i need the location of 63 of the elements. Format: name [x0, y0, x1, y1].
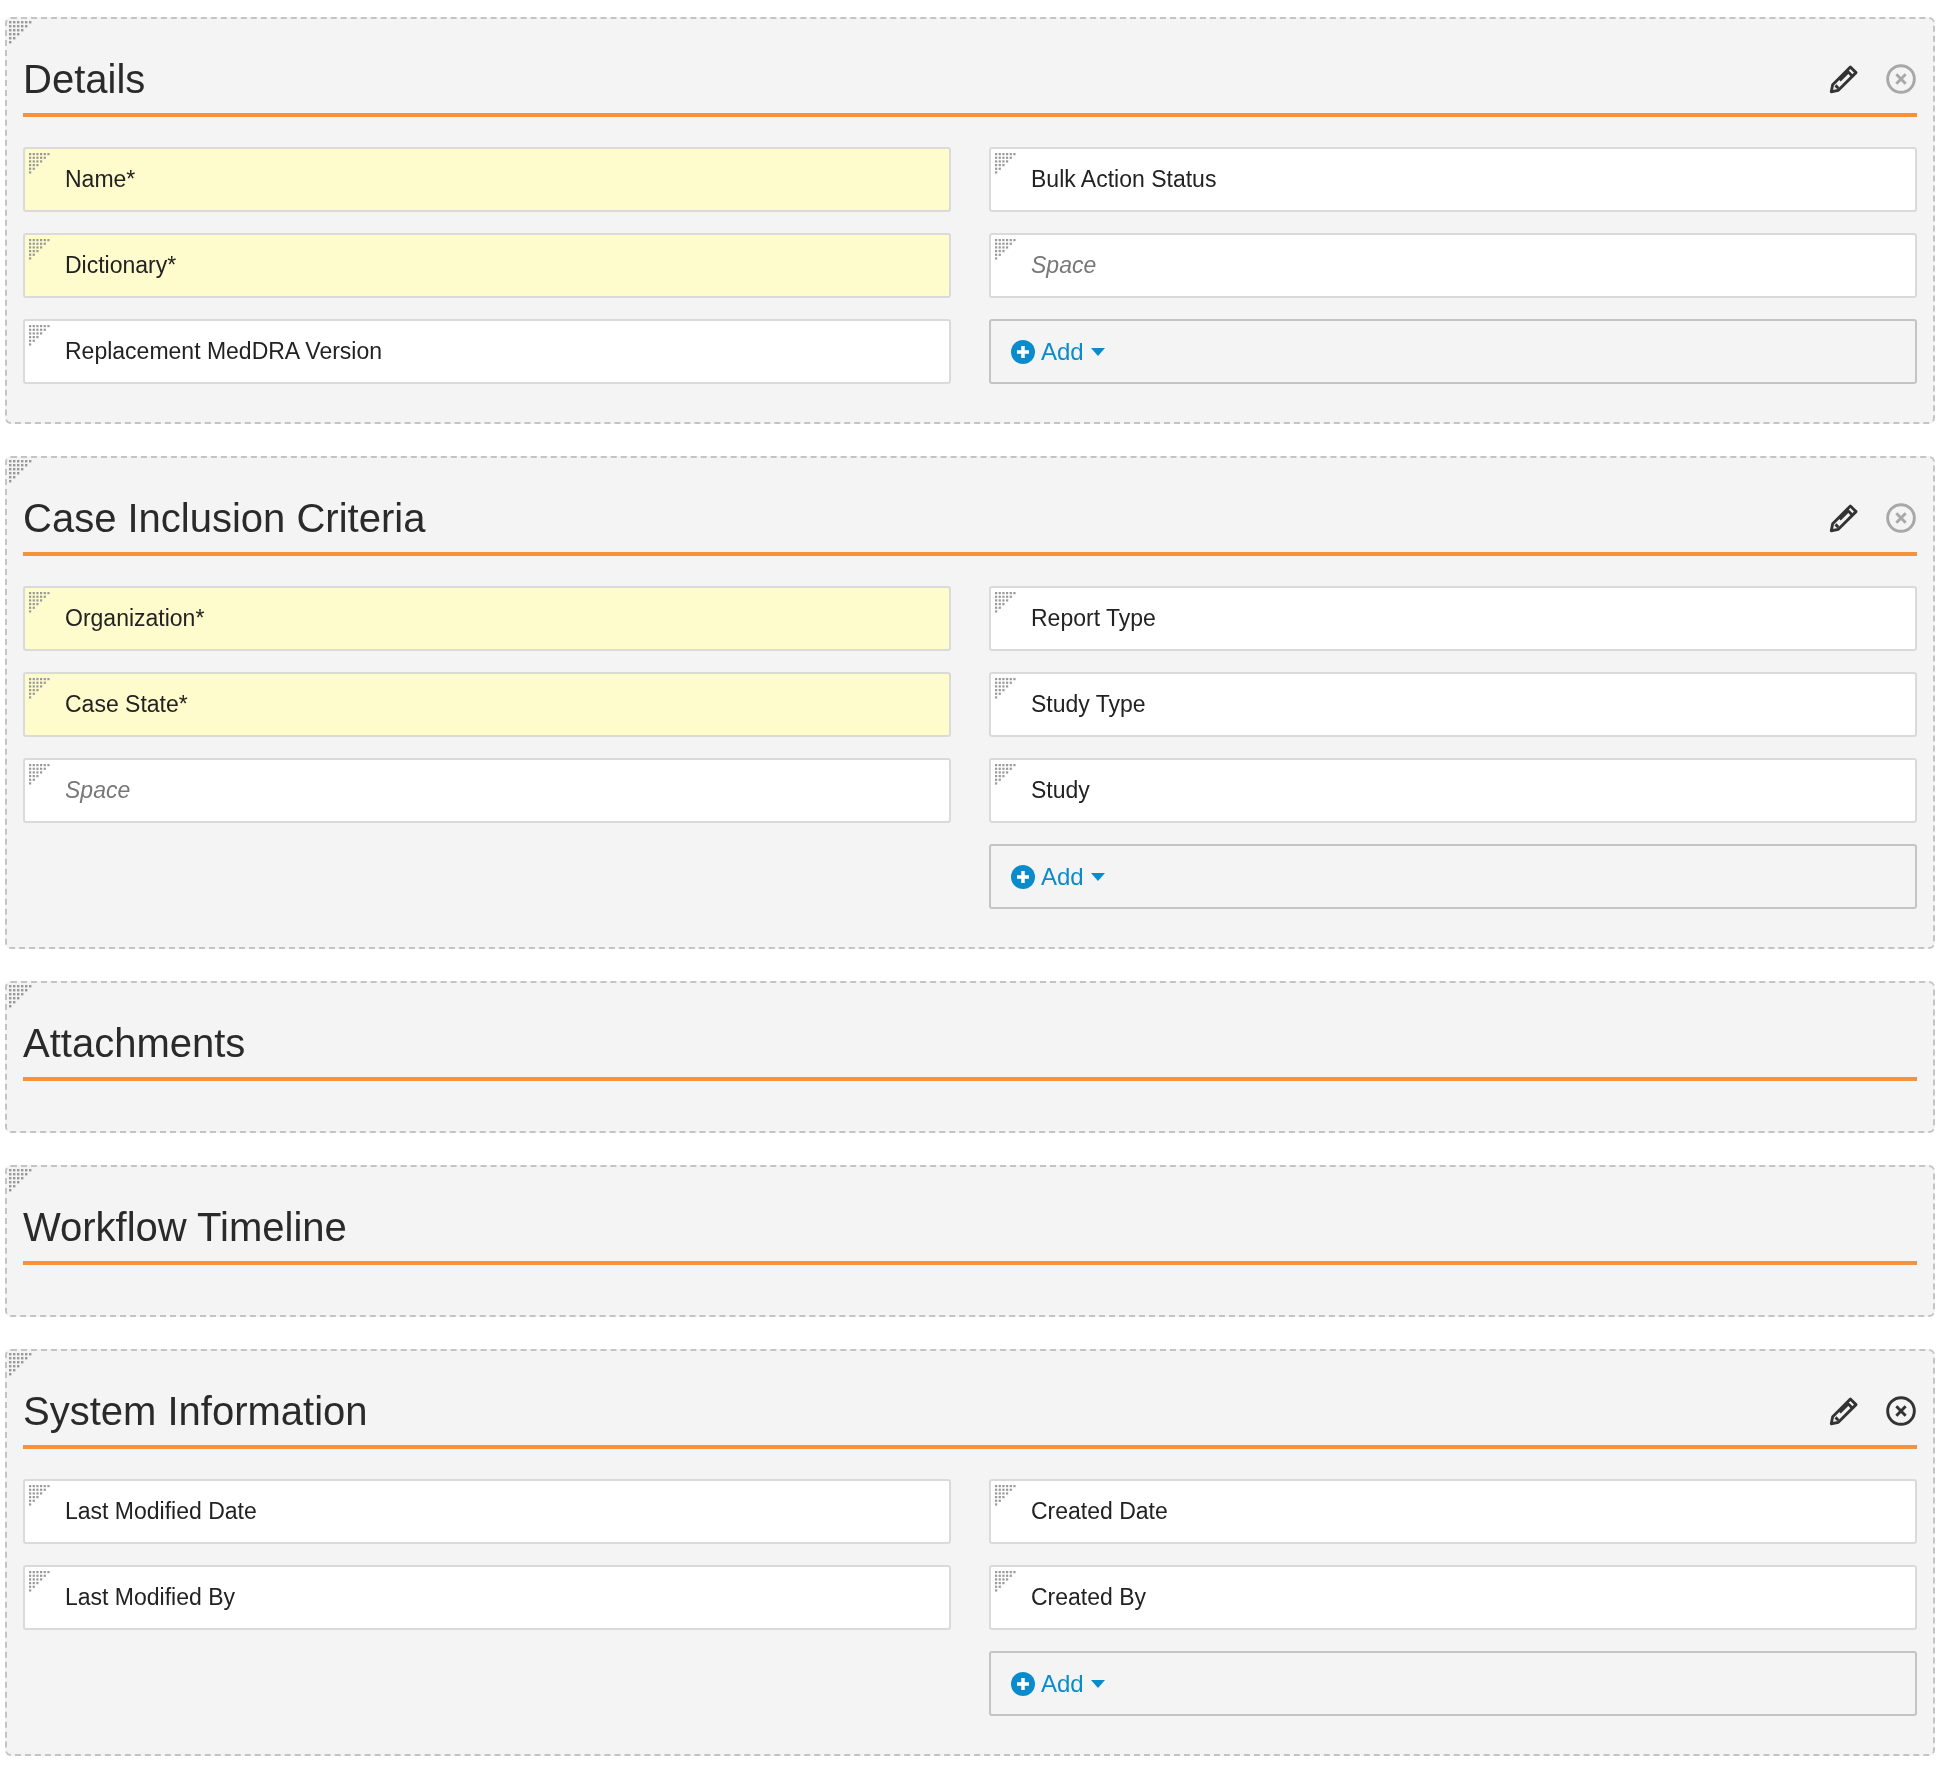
layout-field[interactable]: Created By: [989, 1565, 1917, 1630]
field-label: Created Date: [1031, 1498, 1168, 1525]
field-label: Created By: [1031, 1584, 1147, 1611]
field-label: Space: [65, 777, 131, 804]
field-label: Case State*: [65, 691, 188, 718]
layout-field[interactable]: Name*: [23, 147, 951, 212]
section-title: Workflow Timeline: [23, 1204, 348, 1250]
layout-field[interactable]: Study: [989, 758, 1917, 823]
layout-field[interactable]: Bulk Action Status: [989, 147, 1917, 212]
field-label: Study: [1031, 777, 1090, 804]
section-title: Case Inclusion Criteria: [23, 495, 427, 541]
layout-field[interactable]: Case State*: [23, 672, 951, 737]
layout-field[interactable]: Organization*: [23, 586, 951, 651]
plus-circle-icon: [1011, 339, 1035, 364]
section-title: System Information: [23, 1388, 369, 1434]
field-label: Bulk Action Status: [1031, 166, 1217, 193]
field-label: Space: [1031, 252, 1097, 279]
section-title: Details: [23, 56, 147, 102]
caret-icon: [1089, 871, 1106, 882]
drag-handle-icon[interactable]: [995, 678, 1017, 700]
field-label: Name*: [65, 166, 136, 193]
caret-icon: [1089, 346, 1106, 357]
spacer-slot[interactable]: Space: [989, 233, 1917, 298]
close-icon[interactable]: [1885, 1395, 1917, 1427]
drag-handle-icon[interactable]: [9, 21, 33, 45]
drag-handle-icon[interactable]: [995, 153, 1017, 175]
plus-circle-icon: [1011, 864, 1035, 889]
drag-handle-icon[interactable]: [9, 1353, 33, 1377]
drag-handle-icon[interactable]: [29, 325, 51, 347]
field-label: Last Modified By: [65, 1584, 236, 1611]
drag-handle-icon[interactable]: [995, 764, 1017, 786]
field-label: Organization*: [65, 605, 205, 632]
layout-field[interactable]: Last Modified By: [23, 1565, 951, 1630]
field-label: Dictionary*: [65, 252, 177, 279]
spacer-slot[interactable]: Space: [23, 758, 951, 823]
field-label: Study Type: [1031, 691, 1146, 718]
drag-handle-icon[interactable]: [29, 153, 51, 175]
layout-field[interactable]: Dictionary*: [23, 233, 951, 298]
drag-handle-icon[interactable]: [995, 1485, 1017, 1507]
layout-field[interactable]: Created Date: [989, 1479, 1917, 1544]
plus-circle-icon: [1011, 1671, 1035, 1696]
drag-handle-icon[interactable]: [9, 460, 33, 484]
field-label: Report Type: [1031, 605, 1156, 632]
drag-handle-icon[interactable]: [29, 764, 51, 786]
drag-handle-icon[interactable]: [29, 239, 51, 261]
layout-field[interactable]: Study Type: [989, 672, 1917, 737]
drag-handle-icon[interactable]: [995, 239, 1017, 261]
section-title: Attachments: [23, 1020, 247, 1066]
drag-handle-icon[interactable]: [29, 1571, 51, 1593]
layout-field[interactable]: Report Type: [989, 586, 1917, 651]
drag-handle-icon[interactable]: [995, 592, 1017, 614]
edit-icon[interactable]: [1827, 501, 1861, 535]
field-label: Last Modified Date: [65, 1498, 257, 1525]
drag-handle-icon[interactable]: [9, 1169, 33, 1193]
layout-field[interactable]: Replacement MedDRA Version: [23, 319, 951, 384]
drag-handle-icon[interactable]: [9, 985, 33, 1009]
caret-icon: [1089, 1678, 1106, 1689]
drag-handle-icon[interactable]: [995, 1571, 1017, 1593]
layout-field[interactable]: Last Modified Date: [23, 1479, 951, 1544]
field-label: Replacement MedDRA Version: [65, 338, 383, 365]
drag-handle-icon[interactable]: [29, 1485, 51, 1507]
drag-handle-icon[interactable]: [29, 678, 51, 700]
drag-handle-icon[interactable]: [29, 592, 51, 614]
